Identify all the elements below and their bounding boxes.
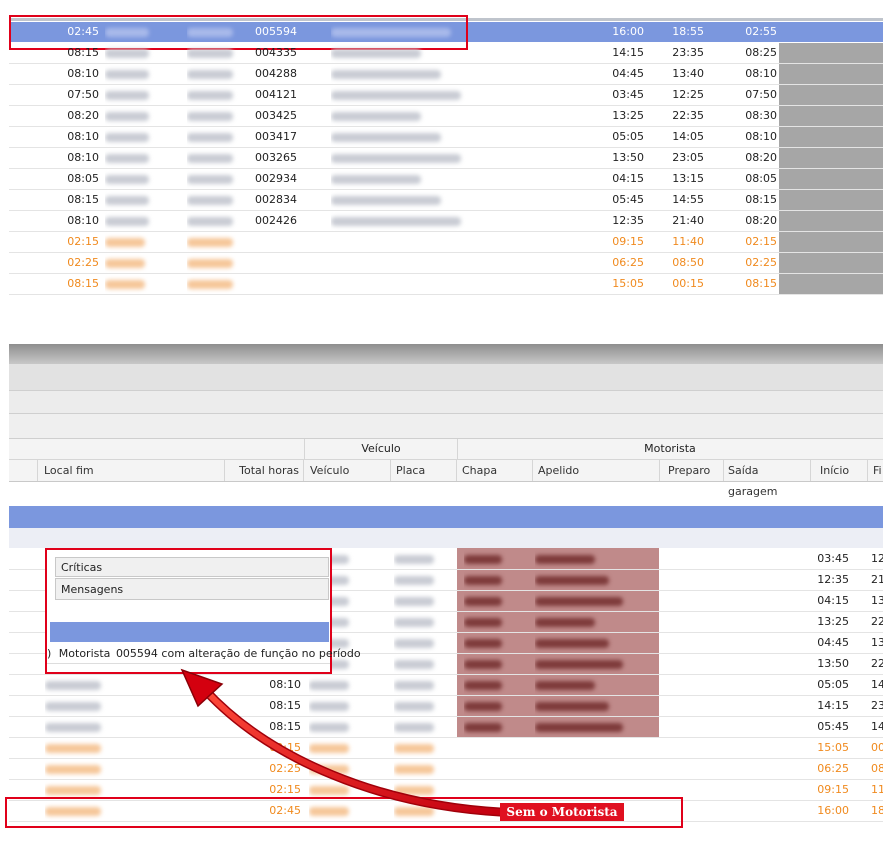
annotation-arrow (180, 668, 505, 817)
annotation-label: Sem o Motorista (500, 803, 624, 821)
annotation-label-text: Sem o Motorista (506, 805, 618, 819)
